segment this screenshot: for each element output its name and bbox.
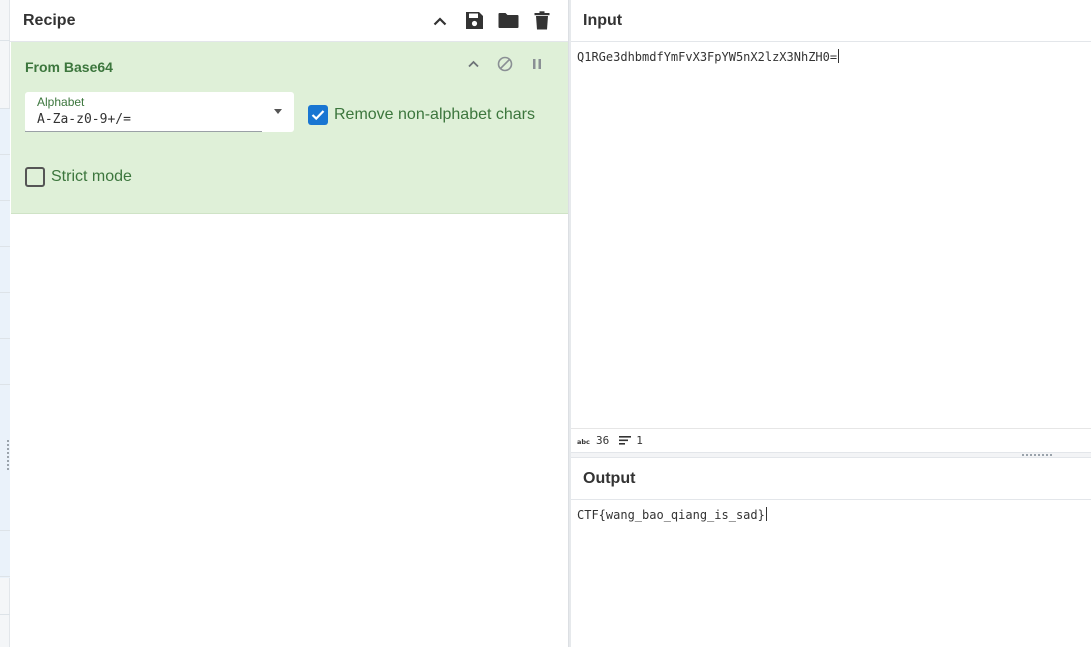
output-textarea[interactable]: CTF{wang_bao_qiang_is_sad}: [571, 500, 1091, 529]
recipe-toolbar: [429, 10, 553, 32]
left-edge-highlight: [0, 108, 10, 578]
left-edge-divider: [0, 338, 10, 339]
save-icon[interactable]: [463, 10, 485, 32]
left-edge-divider: [0, 40, 10, 41]
line-count: 1: [619, 434, 643, 447]
alphabet-input[interactable]: Alphabet A-Za-z0-9+/=: [25, 92, 262, 132]
char-count-value: 36: [596, 434, 610, 447]
folder-icon[interactable]: [497, 10, 519, 32]
alphabet-value[interactable]: A-Za-z0-9+/=: [37, 112, 250, 127]
strict-mode-checkbox[interactable]: Strict mode: [25, 167, 132, 187]
char-count-icon: abc: [577, 438, 590, 445]
recipe-title: Recipe: [23, 11, 76, 29]
char-count: abc 36: [577, 434, 609, 447]
disable-icon[interactable]: [496, 55, 514, 73]
left-edge-divider: [0, 384, 10, 385]
chevron-up-icon[interactable]: [464, 55, 482, 73]
remove-non-alphabet-label: Remove non-alphabet chars: [334, 106, 536, 123]
input-header: Input: [571, 0, 1091, 42]
left-edge-divider: [0, 200, 10, 201]
input-textarea[interactable]: Q1RGe3dhbmdfYmFvX3FpYW5nX2lzX3NhZH0=: [571, 42, 1091, 71]
svg-text:abc: abc: [577, 438, 590, 445]
recipe-panel: Recipe From Base64 Alphabet A-Za-z0-9+/=…: [10, 0, 569, 647]
left-edge-divider: [0, 292, 10, 293]
recipe-header: Recipe: [10, 0, 568, 42]
resize-grip[interactable]: [7, 440, 9, 470]
left-edge-divider: [0, 576, 10, 577]
operation-title: From Base64: [25, 59, 113, 75]
alphabet-label: Alphabet: [37, 95, 85, 109]
text-cursor: [765, 507, 767, 521]
strict-mode-label: Strict mode: [51, 168, 132, 185]
input-text: Q1RGe3dhbmdfYmFvX3FpYW5nX2lzX3NhZH0=: [577, 50, 838, 64]
resize-grip[interactable]: [1022, 454, 1052, 456]
input-title: Input: [583, 11, 623, 29]
output-header: Output: [571, 458, 1091, 500]
alphabet-select[interactable]: Alphabet A-Za-z0-9+/=: [25, 92, 294, 132]
checkbox-unchecked-icon[interactable]: [25, 167, 45, 187]
output-text: CTF{wang_bao_qiang_is_sad}: [577, 508, 765, 522]
lines-icon: [619, 436, 632, 445]
input-status-bar: abc 36 1: [571, 428, 1091, 452]
caret-down-icon[interactable]: [274, 109, 282, 114]
line-count-value: 1: [636, 434, 643, 447]
text-cursor: [838, 49, 840, 63]
input-panel: Input Q1RGe3dhbmdfYmFvX3FpYW5nX2lzX3NhZH…: [571, 0, 1091, 452]
operation-controls: [464, 55, 546, 73]
left-edge-divider: [0, 614, 10, 615]
left-edge-divider: [0, 108, 10, 109]
left-edge-divider: [0, 246, 10, 247]
output-panel: Output CTF{wang_bao_qiang_is_sad}: [571, 458, 1091, 647]
from-base64-operation: From Base64 Alphabet A-Za-z0-9+/= Remove…: [11, 42, 568, 214]
left-edge-strip: [0, 0, 10, 647]
left-edge-divider: [0, 154, 10, 155]
trash-icon[interactable]: [531, 10, 553, 32]
chevron-up-icon[interactable]: [429, 10, 451, 32]
left-edge-divider: [0, 530, 10, 531]
remove-non-alphabet-checkbox[interactable]: Remove non-alphabet chars: [308, 105, 535, 125]
pause-icon[interactable]: [528, 55, 546, 73]
output-title: Output: [583, 469, 636, 487]
checkbox-checked-icon[interactable]: [308, 105, 328, 125]
